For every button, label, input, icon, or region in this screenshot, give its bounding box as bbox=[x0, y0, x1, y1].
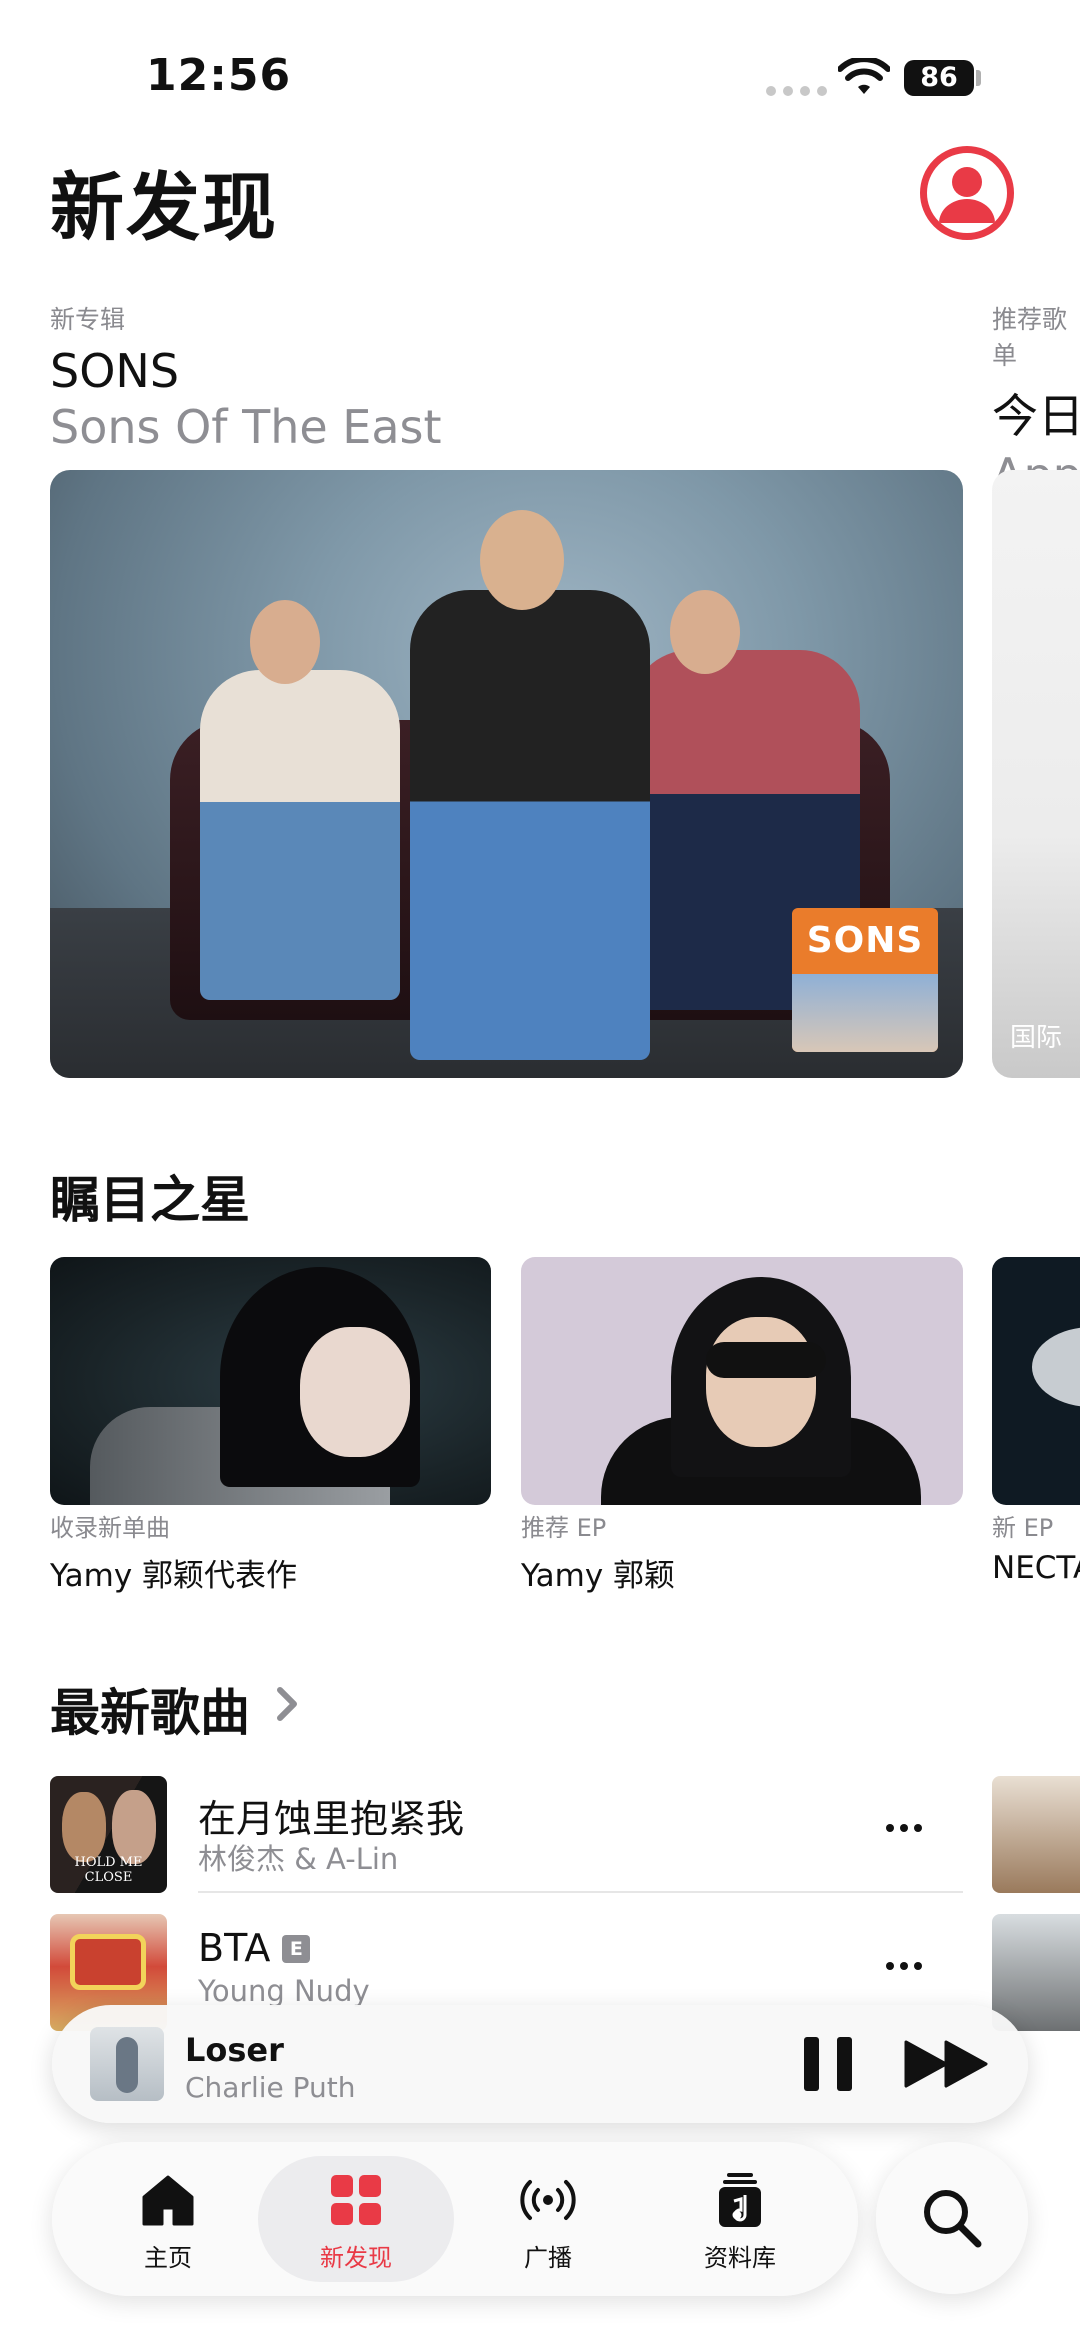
tab-library[interactable]: 资料库 bbox=[642, 2156, 838, 2282]
pause-button[interactable] bbox=[804, 2037, 854, 2091]
battery-cap bbox=[976, 70, 981, 86]
artist-photo bbox=[1032, 1327, 1080, 1407]
song-title: BTA bbox=[198, 1926, 271, 1970]
artist-photo-face bbox=[300, 1327, 410, 1457]
tab-label: 新发现 bbox=[320, 2244, 392, 2272]
search-icon bbox=[924, 2190, 982, 2248]
grid-icon bbox=[331, 2175, 381, 2225]
artwork-text: HOLD ME CLOSE bbox=[74, 1855, 143, 1885]
rising-card[interactable] bbox=[521, 1257, 963, 1505]
rising-card[interactable] bbox=[992, 1257, 1080, 1505]
chevron-right-icon[interactable] bbox=[272, 1684, 302, 1724]
home-icon bbox=[142, 2175, 194, 2226]
song-title: 在月蚀里抱紧我 bbox=[198, 1797, 465, 1841]
section-heading-rising: 瞩目之星 bbox=[50, 1171, 250, 1229]
signal-dots-icon bbox=[766, 86, 827, 96]
featured-title: SONS bbox=[50, 344, 180, 398]
artist-photo-face bbox=[706, 1317, 816, 1447]
cover-person-head bbox=[480, 510, 564, 610]
album-art-title: SONS bbox=[806, 920, 924, 961]
tab-label: 主页 bbox=[144, 2244, 192, 2272]
more-options-button[interactable] bbox=[880, 1816, 928, 1840]
rising-card-kicker: 推荐 EP bbox=[521, 1514, 607, 1542]
featured-item-meta: 新专辑 SONS Sons Of The East bbox=[50, 300, 442, 454]
tab-browse[interactable]: 新发现 bbox=[258, 2156, 454, 2282]
battery-indicator: 86 bbox=[904, 60, 974, 96]
now-playing-title: Loser bbox=[185, 2031, 284, 2069]
rising-card-title[interactable]: Yamy 郭颖 bbox=[521, 1550, 675, 1595]
next-column-song-artwork[interactable] bbox=[992, 1776, 1080, 1893]
tab-radio[interactable]: 广播 bbox=[450, 2156, 646, 2282]
artist-photo-glasses bbox=[706, 1342, 826, 1378]
featured-album-card[interactable]: SONS bbox=[50, 470, 963, 1078]
featured-title: 今日 bbox=[992, 389, 1080, 443]
song-title-wrap: BTA E bbox=[198, 1926, 311, 1970]
next-track-button[interactable] bbox=[904, 2039, 990, 2089]
tab-label: 广播 bbox=[524, 2244, 572, 2272]
album-art-sky bbox=[792, 974, 938, 1052]
cover-person-head bbox=[250, 600, 320, 684]
radio-icon bbox=[520, 2180, 576, 2220]
featured-kicker: 推荐歌单 bbox=[992, 305, 1068, 370]
tab-label: 资料库 bbox=[704, 2244, 776, 2272]
artwork-figure bbox=[112, 1790, 156, 1864]
tab-bar: 主页 新发现 广播 资料库 bbox=[52, 2142, 858, 2296]
song-artist: 林俊杰 & A-Lin bbox=[198, 1842, 399, 1876]
section-heading-latest[interactable]: 最新歌曲 bbox=[50, 1673, 250, 1745]
account-avatar-button[interactable] bbox=[920, 146, 1014, 240]
rising-card-title[interactable]: Yamy 郭颖代表作 bbox=[50, 1550, 297, 1595]
person-icon bbox=[939, 167, 995, 223]
playlist-tag: 国际 bbox=[1010, 1023, 1063, 1053]
album-art-badge: SONS bbox=[792, 908, 938, 1052]
page-title: 新发现 bbox=[50, 165, 278, 251]
rising-card-kicker: 收录新单曲 bbox=[50, 1514, 170, 1542]
song-artist: Young Nudy bbox=[198, 1974, 370, 2008]
wifi-icon bbox=[838, 58, 890, 94]
more-options-button[interactable] bbox=[880, 1954, 928, 1978]
status-bar: 12:56 86 bbox=[0, 0, 1080, 130]
artwork-figure bbox=[62, 1792, 106, 1862]
status-time: 12:56 bbox=[146, 50, 292, 101]
song-row[interactable]: HOLD ME CLOSE 在月蚀里抱紧我 林俊杰 & A-Lin bbox=[50, 1776, 963, 1896]
mini-player[interactable]: Loser Charlie Puth bbox=[52, 2005, 1028, 2123]
tab-home[interactable]: 主页 bbox=[70, 2156, 266, 2282]
explicit-badge: E bbox=[282, 1935, 311, 1963]
rising-card-kicker: 新 EP bbox=[992, 1514, 1054, 1542]
search-button[interactable] bbox=[876, 2142, 1028, 2294]
featured-subtitle: Sons Of The East bbox=[50, 400, 442, 454]
cover-person bbox=[200, 670, 400, 1000]
cover-person bbox=[410, 590, 650, 1060]
rising-card-title[interactable]: NECTA bbox=[992, 1550, 1080, 1586]
next-column-song-artwork[interactable] bbox=[992, 1914, 1080, 2031]
featured-playlist-card[interactable]: 国际 bbox=[992, 470, 1080, 1078]
song-artwork: HOLD ME CLOSE bbox=[50, 1776, 167, 1893]
row-divider bbox=[198, 1891, 963, 1893]
rising-card[interactable] bbox=[50, 1257, 491, 1505]
artwork-shape bbox=[70, 1934, 146, 1990]
now-playing-artist: Charlie Puth bbox=[185, 2071, 356, 2104]
cover-person-head bbox=[670, 590, 740, 674]
library-icon bbox=[719, 2173, 761, 2227]
featured-kicker: 新专辑 bbox=[50, 305, 126, 334]
now-playing-artwork bbox=[90, 2027, 164, 2101]
